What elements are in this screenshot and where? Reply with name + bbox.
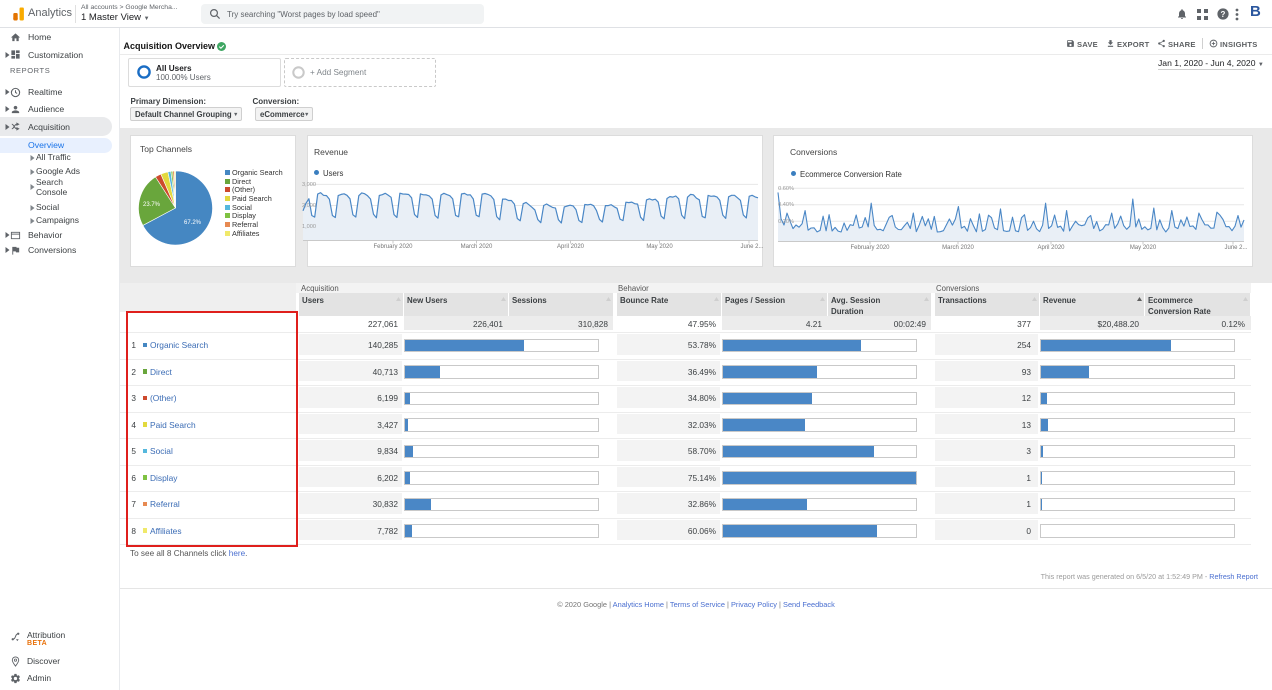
svg-text:67.2%: 67.2%: [184, 220, 202, 226]
svg-text:23.7%: 23.7%: [143, 202, 161, 208]
svg-text:?: ?: [1221, 10, 1226, 19]
